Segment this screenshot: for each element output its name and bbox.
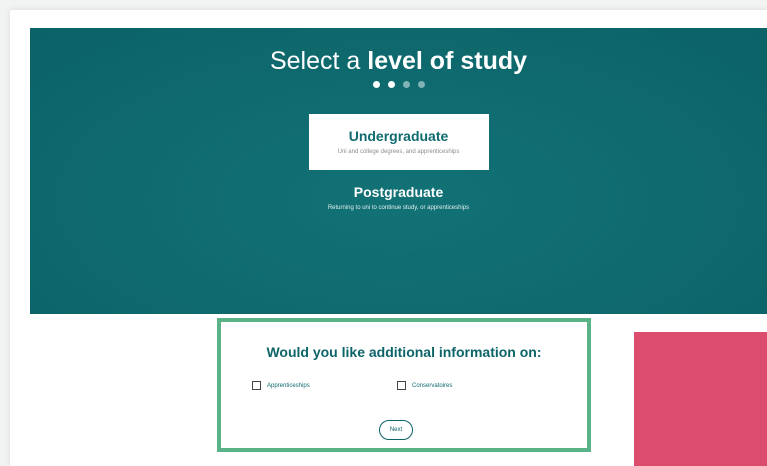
undergraduate-title: Undergraduate (348, 128, 449, 144)
postgraduate-option[interactable]: Postgraduate Returning to uni to continu… (269, 184, 529, 212)
apprenticeships-checkbox[interactable]: Apprenticeships (252, 381, 310, 390)
title-emphasis: level of study (367, 47, 528, 75)
side-promo-panel (634, 332, 767, 466)
step-dot-1 (372, 81, 380, 88)
title-prefix: Select a (269, 47, 368, 75)
step-indicator (30, 81, 767, 88)
additional-info-box: Would you like additional information on… (217, 318, 591, 452)
postgraduate-description: Returning to uni to continue study, or a… (327, 205, 470, 211)
postgraduate-title: Postgraduate (353, 184, 444, 200)
conservatoires-label: Conservatoires (412, 382, 453, 389)
step-dot-2 (387, 81, 395, 88)
conservatoires-checkbox[interactable]: Conservatoires (397, 381, 452, 390)
next-button[interactable]: Next (379, 420, 413, 440)
page-title: Select a level of study (30, 46, 767, 76)
conservatoires-checkbox-box[interactable] (397, 381, 406, 390)
apprenticeships-label: Apprenticeships (267, 382, 310, 389)
undergraduate-description: Uni and college degrees, and apprentices… (337, 149, 460, 155)
step-dot-4 (417, 81, 425, 88)
apprenticeships-checkbox-box[interactable] (252, 381, 261, 390)
additional-info-title: Would you like additional information on… (266, 344, 542, 360)
step-dot-3 (402, 81, 410, 88)
undergraduate-option[interactable]: Undergraduate Uni and college degrees, a… (308, 114, 489, 170)
level-of-study-panel: Select a level of study Undergraduate Un… (30, 28, 767, 314)
